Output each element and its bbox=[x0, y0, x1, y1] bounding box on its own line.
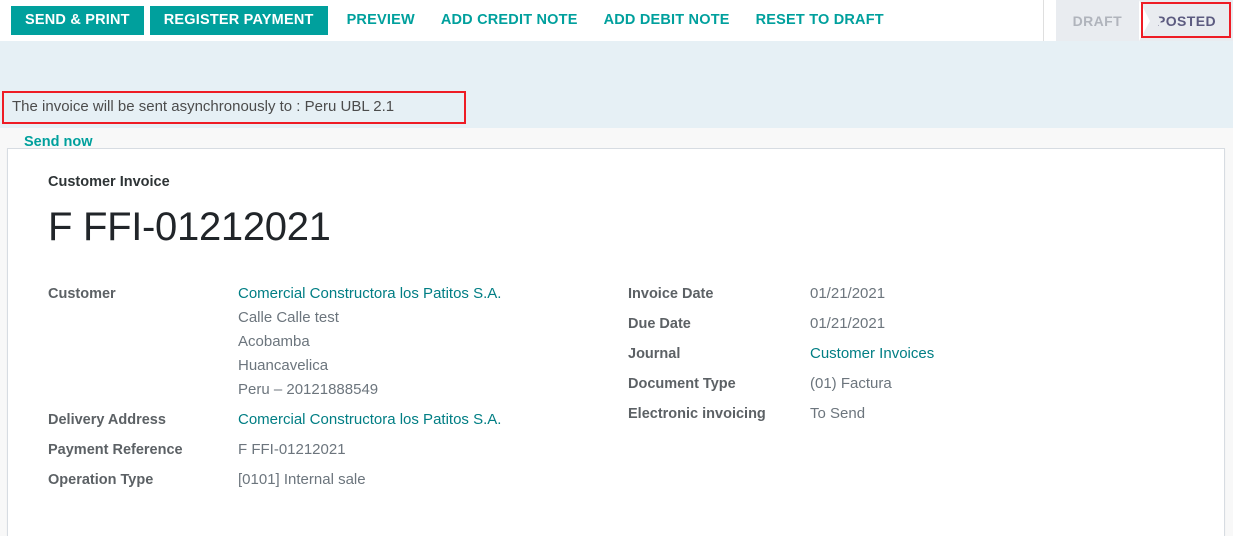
form-subtitle: Customer Invoice bbox=[48, 175, 1204, 190]
field-label-electronic-invoicing: Electronic invoicing bbox=[628, 402, 810, 426]
field-operation-type: Operation Type [0101] Internal sale bbox=[48, 468, 628, 492]
field-payment-reference: Payment Reference F FFI-01212021 bbox=[48, 438, 628, 462]
reset-to-draft-button[interactable]: RESET TO DRAFT bbox=[743, 6, 897, 35]
field-label-operation-type: Operation Type bbox=[48, 468, 238, 492]
field-label-customer: Customer bbox=[48, 282, 238, 306]
statusbar-steps: DRAFT POSTED bbox=[1044, 0, 1233, 41]
invoice-fields: Customer Comercial Constructora los Pati… bbox=[28, 282, 1204, 498]
field-due-date: Due Date 01/21/2021 bbox=[628, 312, 1204, 336]
customer-address-state: Huancavelica bbox=[238, 354, 501, 378]
field-customer: Customer Comercial Constructora los Pati… bbox=[48, 282, 628, 402]
field-label-document-type: Document Type bbox=[628, 372, 810, 396]
send-and-print-button[interactable]: SEND & PRINT bbox=[11, 6, 144, 35]
field-invoice-date: Invoice Date 01/21/2021 bbox=[628, 282, 1204, 306]
preview-button[interactable]: PREVIEW bbox=[334, 6, 428, 35]
alert-message: The invoice will be sent asynchronously … bbox=[12, 99, 394, 114]
register-payment-button[interactable]: REGISTER PAYMENT bbox=[150, 6, 328, 35]
control-panel: SEND & PRINT REGISTER PAYMENT PREVIEW AD… bbox=[0, 0, 1233, 41]
customer-address-street: Calle Calle test bbox=[238, 306, 501, 330]
field-value-invoice-date[interactable]: 01/21/2021 bbox=[810, 282, 885, 306]
invoice-sheet: Customer Invoice F FFI-01212021 Customer… bbox=[7, 148, 1225, 536]
page-title: F FFI-01212021 bbox=[48, 204, 1204, 250]
toolbar-spacer bbox=[897, 0, 1043, 41]
field-value-operation-type[interactable]: [0101] Internal sale bbox=[238, 468, 366, 492]
field-value-due-date[interactable]: 01/21/2021 bbox=[810, 312, 885, 336]
field-value-payment-reference[interactable]: F FFI-01212021 bbox=[238, 438, 346, 462]
field-value-journal[interactable]: Customer Invoices bbox=[810, 342, 934, 366]
field-value-customer-address: Comercial Constructora los Patitos S.A. … bbox=[238, 282, 501, 402]
sheet-background: Customer Invoice F FFI-01212021 Customer… bbox=[0, 128, 1233, 535]
customer-name-link[interactable]: Comercial Constructora los Patitos S.A. bbox=[238, 282, 501, 306]
customer-address-country-vat: Peru – 20121888549 bbox=[238, 378, 501, 402]
status-step-draft[interactable]: DRAFT bbox=[1056, 0, 1139, 41]
field-delivery-address: Delivery Address Comercial Constructora … bbox=[48, 408, 628, 432]
field-label-payment-reference: Payment Reference bbox=[48, 438, 238, 462]
field-document-type: Document Type (01) Factura bbox=[628, 372, 1204, 396]
field-label-due-date: Due Date bbox=[628, 312, 810, 336]
invoice-sheet-inner: Customer Invoice F FFI-01212021 Customer… bbox=[28, 175, 1204, 498]
invoice-fields-left: Customer Comercial Constructora los Pati… bbox=[48, 282, 628, 498]
invoice-fields-right: Invoice Date 01/21/2021 Due Date 01/21/2… bbox=[628, 282, 1204, 498]
customer-address-city: Acobamba bbox=[238, 330, 501, 354]
send-now-link[interactable]: Send now bbox=[24, 135, 92, 150]
action-button-group: SEND & PRINT REGISTER PAYMENT PREVIEW AD… bbox=[0, 0, 897, 41]
field-label-invoice-date: Invoice Date bbox=[628, 282, 810, 306]
add-credit-note-button[interactable]: ADD CREDIT NOTE bbox=[428, 6, 591, 35]
field-label-journal: Journal bbox=[628, 342, 810, 366]
add-debit-note-button[interactable]: ADD DEBIT NOTE bbox=[591, 6, 743, 35]
field-label-delivery-address: Delivery Address bbox=[48, 408, 238, 432]
field-journal: Journal Customer Invoices bbox=[628, 342, 1204, 366]
status-bar: DRAFT POSTED bbox=[1043, 0, 1233, 41]
field-electronic-invoicing: Electronic invoicing To Send bbox=[628, 402, 1204, 426]
field-value-delivery-address[interactable]: Comercial Constructora los Patitos S.A. bbox=[238, 408, 501, 432]
field-value-electronic-invoicing: To Send bbox=[810, 402, 865, 426]
async-send-alert: The invoice will be sent asynchronously … bbox=[0, 41, 1233, 128]
field-value-document-type[interactable]: (01) Factura bbox=[810, 372, 892, 396]
